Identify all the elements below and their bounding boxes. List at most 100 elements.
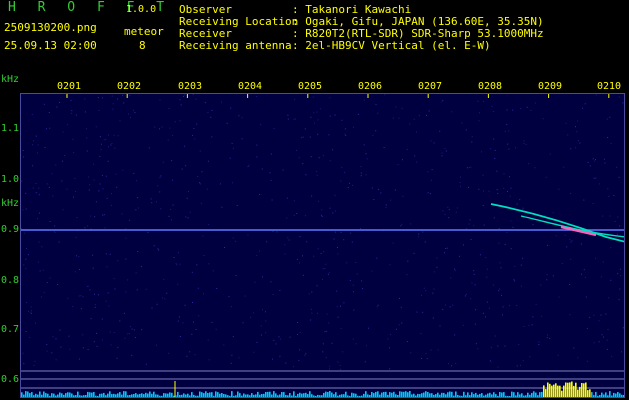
noise-pixel <box>406 149 408 150</box>
level-bar <box>517 392 519 397</box>
noise-pixel <box>269 172 271 174</box>
noise-pixel <box>71 112 73 114</box>
noise-pixel <box>25 208 27 210</box>
noise-pixel <box>317 133 319 135</box>
noise-pixel <box>507 143 509 145</box>
level-bar <box>143 394 145 397</box>
noise-pixel <box>497 366 499 368</box>
noise-pixel <box>304 215 306 217</box>
noise-pixel <box>329 97 331 99</box>
level-bar <box>381 392 383 397</box>
noise-pixel <box>49 221 51 222</box>
noise-pixel <box>125 237 127 239</box>
noise-pixel <box>101 318 103 320</box>
noise-pixel <box>79 269 80 271</box>
level-bar <box>263 393 265 397</box>
level-bar <box>495 394 497 397</box>
noise-pixel <box>187 217 189 219</box>
noise-pixel <box>293 118 295 120</box>
noise-pixel <box>312 96 314 98</box>
x-tick-label: 0202 <box>117 81 142 92</box>
noise-pixel <box>607 188 609 190</box>
level-bar <box>605 392 607 397</box>
level-bar <box>209 392 211 397</box>
noise-pixel <box>211 136 213 138</box>
noise-pixel <box>418 233 420 235</box>
noise-pixel <box>25 331 27 332</box>
level-bar <box>449 391 451 397</box>
noise-pixel <box>90 318 92 320</box>
noise-pixel <box>256 144 258 146</box>
level-bar <box>511 391 513 397</box>
noise-pixel <box>479 112 480 114</box>
x-tick-label: 0208 <box>478 81 503 92</box>
level-bar <box>479 393 481 397</box>
noise-pixel <box>447 206 449 208</box>
noise-pixel <box>87 349 89 350</box>
noise-pixel <box>390 199 392 201</box>
level-bar <box>581 383 583 397</box>
level-bar <box>215 391 217 397</box>
noise-pixel <box>513 279 515 281</box>
noise-pixel <box>35 192 37 194</box>
noise-pixel <box>100 149 102 151</box>
noise-pixel <box>296 213 298 214</box>
noise-pixel <box>39 270 41 272</box>
noise-pixel <box>252 312 254 314</box>
noise-pixel <box>106 266 108 268</box>
level-bar <box>85 395 87 397</box>
level-bar <box>113 393 115 397</box>
noise-pixel <box>469 219 471 221</box>
noise-pixel <box>619 288 621 290</box>
noise-pixel <box>58 241 60 243</box>
noise-pixel <box>248 164 250 166</box>
noise-pixel <box>417 236 419 238</box>
noise-pixel <box>52 195 54 197</box>
level-bar <box>249 395 251 397</box>
noise-pixel <box>475 309 477 311</box>
noise-pixel <box>506 231 508 233</box>
noise-pixel <box>334 194 336 196</box>
noise-pixel <box>294 98 296 100</box>
level-bar <box>567 382 569 397</box>
level-bar <box>91 392 93 397</box>
noise-pixel <box>103 139 105 141</box>
noise-pixel <box>410 223 412 225</box>
noise-pixel <box>260 334 262 336</box>
noise-pixel <box>594 160 596 162</box>
noise-pixel <box>485 257 487 259</box>
noise-pixel <box>101 175 103 177</box>
noise-pixel <box>368 327 369 329</box>
noise-pixel <box>122 169 124 171</box>
noise-pixel <box>219 183 221 185</box>
level-bar <box>181 394 183 397</box>
level-bar <box>483 395 485 397</box>
level-bar <box>229 395 231 397</box>
noise-pixel <box>262 309 263 311</box>
level-bar <box>613 392 615 397</box>
noise-pixel <box>98 110 100 111</box>
noise-pixel <box>448 209 450 211</box>
noise-pixel <box>432 317 434 319</box>
noise-pixel <box>82 296 84 298</box>
noise-pixel <box>94 216 96 218</box>
level-bar <box>603 394 605 397</box>
noise-pixel <box>289 336 291 338</box>
level-bar <box>505 395 507 397</box>
noise-pixel <box>353 309 355 311</box>
noise-pixel <box>162 161 164 163</box>
noise-pixel <box>310 319 312 321</box>
noise-pixel <box>352 338 354 340</box>
level-bar <box>509 396 511 397</box>
noise-pixel <box>351 241 353 243</box>
noise-pixel <box>153 245 155 247</box>
noise-pixel <box>284 253 286 255</box>
level-bar <box>485 394 487 397</box>
level-bar <box>555 383 557 397</box>
noise-pixel <box>372 134 374 136</box>
noise-pixel <box>69 348 71 350</box>
noise-pixel <box>301 137 302 139</box>
noise-pixel <box>451 111 453 113</box>
noise-pixel <box>37 152 38 154</box>
noise-pixel <box>606 348 608 350</box>
